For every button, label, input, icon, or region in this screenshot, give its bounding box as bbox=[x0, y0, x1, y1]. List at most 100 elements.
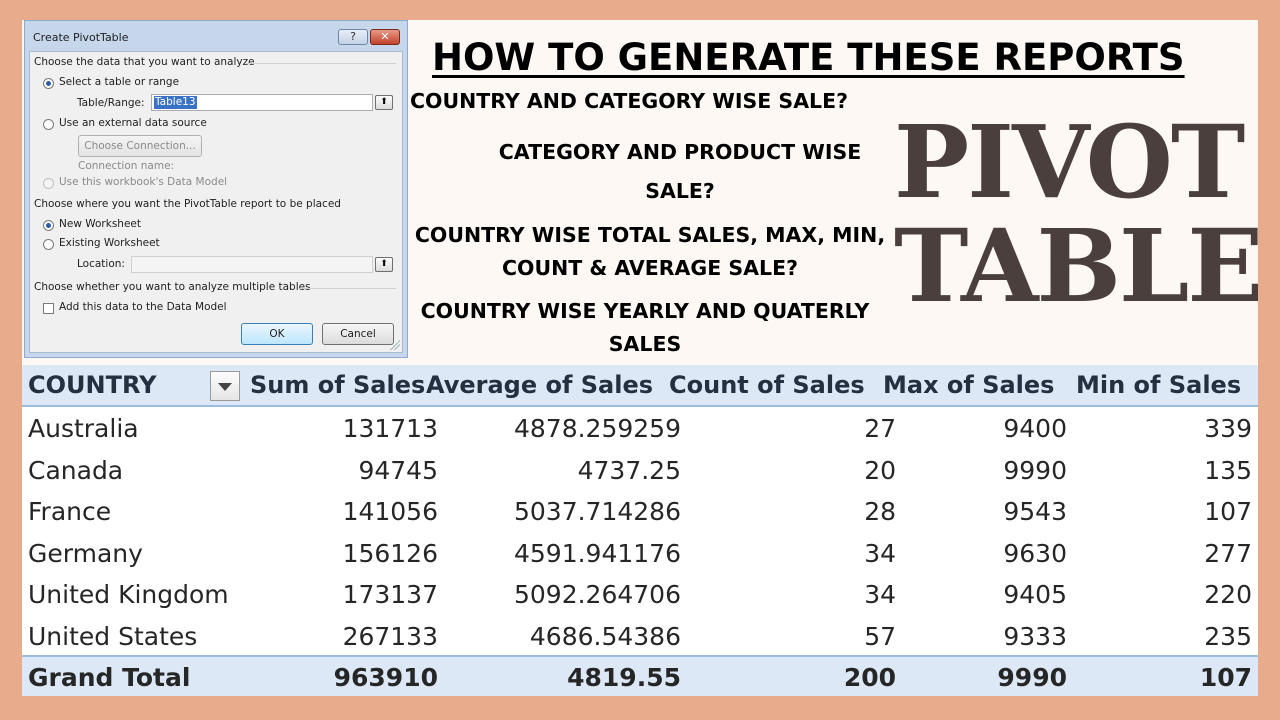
question-3-line-1: COUNTRY WISE TOTAL SALES, MAX, MIN, bbox=[414, 223, 886, 247]
cell-min: 235 bbox=[1204, 621, 1252, 651]
group-divider bbox=[300, 288, 396, 289]
table-row[interactable]: United Kingdom 173137 5092.264706 34 940… bbox=[22, 574, 1258, 616]
cell-average: 4591.941176 bbox=[513, 538, 681, 568]
cell-count: 34 bbox=[864, 580, 896, 609]
cell-sum: 267133 bbox=[342, 621, 438, 651]
connection-name-label: Connection name: bbox=[78, 160, 175, 172]
radio-select-table[interactable] bbox=[43, 78, 54, 89]
cell-min: 107 bbox=[1204, 497, 1252, 526]
total-count: 200 bbox=[843, 663, 896, 692]
header-sum: Sum of Sales bbox=[250, 371, 426, 399]
dialog-title: Create PivotTable bbox=[33, 31, 129, 44]
cell-count: 20 bbox=[864, 455, 896, 485]
question-2-line-1: CATEGORY AND PRODUCT WISE bbox=[498, 140, 862, 164]
radio-external-source-label[interactable]: Use an external data source bbox=[59, 117, 207, 129]
group-divider bbox=[246, 63, 396, 64]
question-4-line-2: SALES bbox=[608, 332, 682, 356]
cell-sum: 141056 bbox=[342, 497, 438, 526]
section-choose-location: Choose where you want the PivotTable rep… bbox=[34, 198, 341, 210]
header-min: Min of Sales bbox=[1076, 371, 1242, 399]
cell-min: 277 bbox=[1204, 538, 1252, 568]
cell-count: 57 bbox=[864, 621, 896, 651]
location-label: Location: bbox=[77, 258, 125, 270]
choose-connection-button[interactable]: Choose Connection... bbox=[78, 135, 202, 157]
table-row[interactable]: Australia 131713 4878.259259 27 9400 339 bbox=[22, 408, 1258, 450]
question-2-line-2: SALE? bbox=[645, 179, 715, 203]
dialog-body: Choose the data that you want to analyze… bbox=[29, 51, 403, 353]
radio-data-model-label[interactable]: Use this workbook's Data Model bbox=[59, 176, 227, 188]
cell-sum: 156126 bbox=[342, 538, 438, 568]
row-label: Germany bbox=[28, 538, 143, 568]
header-average: Average of Sales bbox=[426, 371, 654, 399]
cell-average: 4878.259259 bbox=[513, 414, 681, 443]
cell-count: 28 bbox=[864, 497, 896, 526]
filter-dropdown-icon[interactable] bbox=[210, 371, 240, 401]
cell-sum: 131713 bbox=[342, 414, 438, 443]
cell-average: 5092.264706 bbox=[513, 580, 681, 609]
cell-max: 9333 bbox=[1003, 621, 1067, 651]
help-button[interactable]: ? bbox=[338, 29, 368, 45]
radio-existing-worksheet[interactable] bbox=[43, 239, 54, 250]
content-panel: Create PivotTable ? ✕ Choose the data th… bbox=[22, 20, 1258, 696]
header-country: COUNTRY bbox=[28, 371, 157, 399]
table-range-label: Table/Range: bbox=[77, 97, 145, 109]
cell-average: 4686.54386 bbox=[529, 621, 681, 651]
radio-new-worksheet[interactable] bbox=[43, 220, 54, 231]
table-row[interactable]: Canada 94745 4737.25 20 9990 135 bbox=[22, 450, 1258, 492]
resize-grip-icon[interactable] bbox=[390, 340, 400, 350]
radio-data-model[interactable] bbox=[43, 178, 54, 189]
cell-count: 27 bbox=[864, 414, 896, 443]
row-label: Canada bbox=[28, 455, 124, 485]
cancel-button[interactable]: Cancel bbox=[322, 323, 394, 345]
section-choose-data: Choose the data that you want to analyze bbox=[34, 56, 255, 68]
create-pivottable-dialog: Create PivotTable ? ✕ Choose the data th… bbox=[24, 20, 408, 358]
big-title-pivot: PIVOT bbox=[894, 103, 1245, 221]
total-average: 4819.55 bbox=[567, 663, 681, 692]
table-range-input[interactable]: Table13 bbox=[151, 94, 373, 111]
question-3-line-2: COUNT & AVERAGE SALE? bbox=[502, 256, 798, 280]
cell-max: 9405 bbox=[1003, 580, 1067, 609]
cell-sum: 173137 bbox=[342, 580, 438, 609]
cell-min: 135 bbox=[1204, 455, 1252, 485]
pivot-header-row: COUNTRY Sum of Sales Average of Sales Co… bbox=[22, 365, 1258, 407]
grand-total-row[interactable]: Grand Total 963910 4819.55 200 9990 107 bbox=[22, 655, 1258, 696]
section-multiple-tables: Choose whether you want to analyze multi… bbox=[34, 281, 311, 293]
close-button[interactable]: ✕ bbox=[370, 29, 400, 45]
add-data-model-label[interactable]: Add this data to the Data Model bbox=[59, 301, 227, 313]
radio-new-worksheet-label[interactable]: New Worksheet bbox=[59, 218, 141, 230]
page-heading: HOW TO GENERATE THESE REPORTS bbox=[432, 36, 1185, 79]
question-1: COUNTRY AND CATEGORY WISE SALE? bbox=[410, 89, 849, 113]
grand-total-label: Grand Total bbox=[28, 663, 191, 692]
location-collapse-button[interactable]: ⬆ bbox=[375, 257, 393, 272]
radio-existing-worksheet-label[interactable]: Existing Worksheet bbox=[59, 237, 160, 249]
dialog-titlebar[interactable]: Create PivotTable ? ✕ bbox=[25, 21, 407, 51]
table-range-collapse-button[interactable]: ⬆ bbox=[375, 95, 393, 110]
cell-average: 4737.25 bbox=[577, 455, 681, 485]
ok-button[interactable]: OK bbox=[241, 323, 313, 345]
row-label: France bbox=[28, 497, 112, 526]
cell-min: 339 bbox=[1204, 414, 1252, 443]
cell-sum: 94745 bbox=[358, 455, 438, 485]
big-title-table: TABLE bbox=[894, 207, 1258, 325]
question-4-line-1: COUNTRY WISE YEARLY AND QUATERLY bbox=[420, 299, 870, 323]
radio-external-source[interactable] bbox=[43, 119, 54, 130]
pivot-table: COUNTRY Sum of Sales Average of Sales Co… bbox=[22, 365, 1258, 696]
table-row[interactable]: United States 267133 4686.54386 57 9333 … bbox=[22, 616, 1258, 658]
cell-min: 220 bbox=[1204, 580, 1252, 609]
row-label: United States bbox=[28, 621, 198, 651]
table-row[interactable]: Germany 156126 4591.941176 34 9630 277 bbox=[22, 533, 1258, 575]
cell-count: 34 bbox=[864, 538, 896, 568]
cell-max: 9400 bbox=[1003, 414, 1067, 443]
location-input[interactable] bbox=[131, 256, 373, 273]
cell-average: 5037.714286 bbox=[513, 497, 681, 526]
cell-max: 9990 bbox=[1003, 455, 1067, 485]
total-max: 9990 bbox=[997, 663, 1067, 692]
cell-max: 9630 bbox=[1003, 538, 1067, 568]
total-sum: 963910 bbox=[333, 663, 438, 692]
table-row[interactable]: France 141056 5037.714286 28 9543 107 bbox=[22, 491, 1258, 533]
total-min: 107 bbox=[1199, 663, 1252, 692]
row-label: United Kingdom bbox=[28, 580, 229, 609]
cell-max: 9543 bbox=[1003, 497, 1067, 526]
radio-select-table-label[interactable]: Select a table or range bbox=[59, 76, 179, 88]
add-data-model-checkbox[interactable] bbox=[43, 303, 54, 314]
